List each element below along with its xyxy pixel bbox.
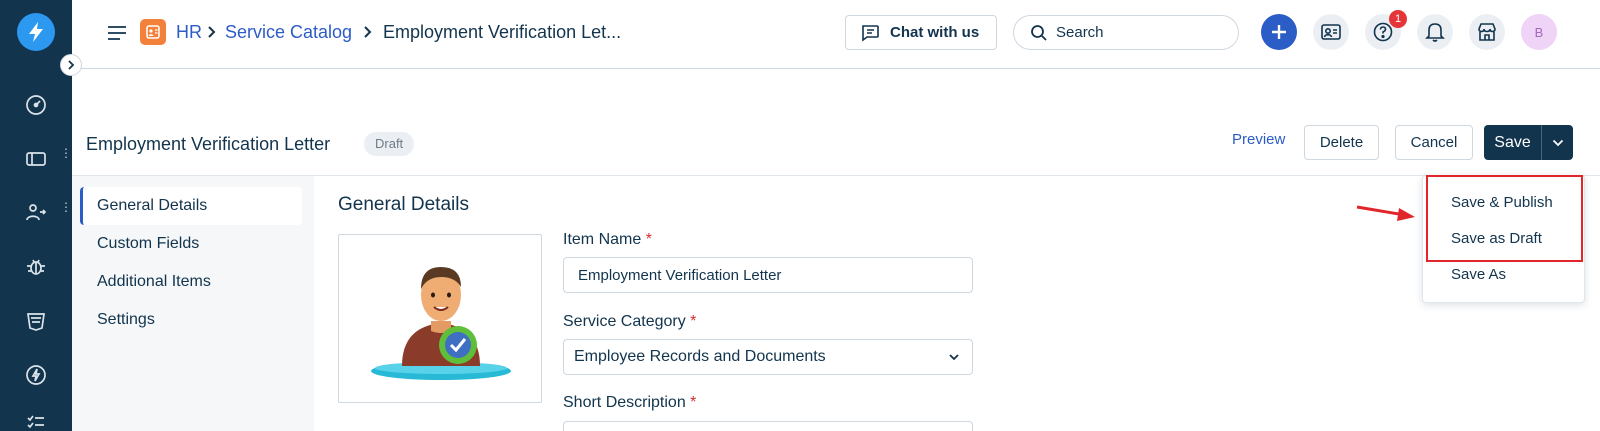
item-name-input[interactable] [563,257,973,293]
menu-save-as[interactable]: Save As [1451,266,1506,283]
nav-settings[interactable]: Settings [80,301,302,339]
plus-icon [1272,25,1286,39]
service-category-value: Employee Records and Documents [574,348,826,365]
breadcrumb-separator-icon [208,26,216,38]
employee-verified-illustration [371,267,511,380]
breadcrumb-service-catalog[interactable]: Service Catalog [225,21,352,43]
help-count-badge: 1 [1389,10,1407,28]
short-description-label-text: Short Description [563,394,686,411]
avatar-initial: B [1534,24,1544,40]
expand-rail-button[interactable] [60,54,82,76]
required-asterisk: * [645,231,652,248]
cancel-button[interactable]: Cancel [1395,125,1473,160]
section-title: General Details [338,194,469,215]
changes-icon[interactable] [22,199,50,227]
tickets-more-icon[interactable]: ⋮ [60,147,72,166]
required-asterisk: * [690,394,697,411]
nav-additional-items[interactable]: Additional Items [80,263,302,301]
item-image-upload[interactable] [338,234,542,403]
new-item-button[interactable] [1261,14,1297,50]
delete-button[interactable]: Delete [1304,125,1379,160]
contacts-button[interactable] [1313,14,1349,50]
chat-with-us-button[interactable]: Chat with us [845,15,997,50]
chat-label: Chat with us [890,24,980,41]
menu-save-and-publish[interactable]: Save & Publish [1451,194,1553,211]
freshservice-logo-icon[interactable] [17,13,55,51]
contact-card-icon [1321,24,1341,40]
checklist-icon[interactable] [22,410,50,431]
dashboard-icon[interactable] [22,91,50,119]
problems-bug-icon[interactable] [22,253,50,281]
chevron-right-icon [68,60,75,70]
save-split-button: Save [1484,125,1573,160]
automation-icon[interactable] [22,361,50,389]
breadcrumb-hr[interactable]: HR [176,21,202,43]
menu-save-as-draft[interactable]: Save as Draft [1451,230,1542,247]
store-button[interactable] [1469,14,1505,50]
page-title: Employment Verification Letter [86,134,331,154]
nav-custom-fields[interactable]: Custom Fields [80,225,302,263]
global-search[interactable] [1013,15,1239,50]
chevron-down-icon [1552,139,1563,146]
nav-general-details[interactable]: General Details [80,187,302,225]
item-name-label: Item Name * [563,231,652,249]
breadcrumb-separator-icon [364,26,372,38]
section-nav: General Details Custom Fields Additional… [72,176,314,431]
status-badge: Draft [364,132,415,156]
changes-more-icon[interactable]: ⋮ [60,201,72,220]
user-avatar[interactable]: B [1521,14,1557,50]
preview-link[interactable]: Preview [1232,131,1285,148]
search-input[interactable] [1056,24,1216,41]
assets-icon[interactable] [22,307,50,335]
service-category-select[interactable]: Employee Records and Documents [563,339,973,375]
chat-icon [862,24,879,42]
save-button[interactable]: Save [1484,125,1542,160]
top-bar: HR Service Catalog Employment Verificati… [72,0,1600,69]
service-category-label: Service Category * [563,313,696,331]
hr-workspace-icon [140,19,166,45]
notifications-button[interactable] [1417,14,1453,50]
short-description-label: Short Description * [563,394,696,412]
breadcrumb-current: Employment Verification Let... [383,22,622,42]
annotation-arrow-icon [1356,205,1415,221]
item-name-label-text: Item Name [563,231,642,248]
search-icon [1031,24,1047,41]
save-options-toggle[interactable] [1542,125,1573,160]
required-asterisk: * [690,313,697,330]
chevron-down-icon [949,354,959,361]
short-description-input[interactable] [563,421,973,431]
help-button[interactable]: 1 [1365,10,1407,50]
service-category-label-text: Service Category [563,313,686,330]
store-icon [1478,23,1496,41]
menu-hamburger-icon[interactable] [106,22,128,44]
bell-icon [1425,23,1445,42]
tickets-icon[interactable] [22,145,50,173]
save-options-menu: Save & Publish Save as Draft Save As [1422,175,1585,303]
